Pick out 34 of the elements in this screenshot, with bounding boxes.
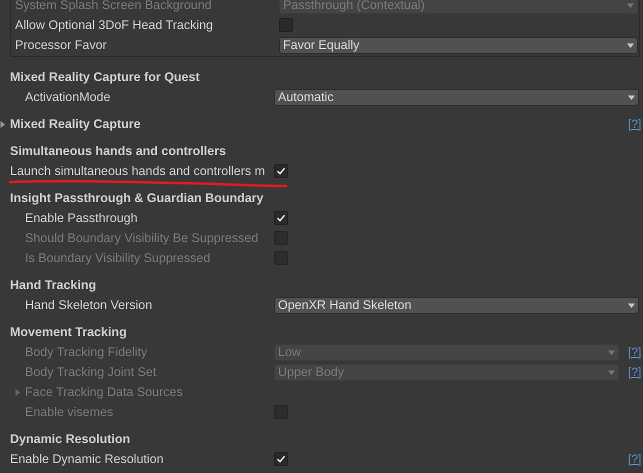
- section-header: Movement Tracking: [9, 324, 128, 341]
- field-label: Should Boundary Visibility Be Suppressed: [24, 230, 260, 247]
- field-label: Body Tracking Joint Set: [24, 364, 158, 381]
- dropdown-arrow-icon: [608, 348, 615, 356]
- field-label: Enable Passthrough: [24, 210, 139, 227]
- checkbox[interactable]: [279, 18, 293, 32]
- dropdown[interactable]: Favor Equally: [279, 36, 638, 54]
- help-link[interactable]: [?]: [628, 453, 643, 465]
- section-header: Insight Passthrough & Guardian Boundary: [9, 190, 264, 207]
- field-label: Enable Dynamic Resolution: [9, 450, 165, 468]
- field-label: Processor Favor: [14, 36, 108, 54]
- dropdown-arrow-icon: [608, 368, 615, 376]
- dropdown[interactable]: OpenXR Hand Skeleton: [274, 296, 639, 314]
- checkbox[interactable]: [274, 211, 288, 225]
- section-header: Simultaneous hands and controllers: [9, 142, 228, 160]
- field-label: Enable visemes: [24, 404, 114, 421]
- field-label: Body Tracking Fidelity: [24, 344, 148, 361]
- section-header: Mixed Reality Capture for Quest: [9, 68, 201, 86]
- field-label: Is Boundary Visibility Suppressed: [24, 250, 212, 267]
- dropdown-arrow-icon: [627, 2, 634, 8]
- checkbox[interactable]: [274, 452, 288, 466]
- field-label: Allow Optional 3DoF Head Tracking: [14, 16, 214, 34]
- section-header: Dynamic Resolution: [9, 430, 132, 448]
- field-label: ActivationMode: [24, 88, 112, 106]
- field-label: Launch simultaneous hands and controllers m: [9, 162, 266, 180]
- foldout-header[interactable]: Mixed Reality Capture: [10, 114, 628, 134]
- dropdown-arrow-icon: [627, 42, 634, 48]
- checkbox[interactable]: [274, 164, 288, 178]
- section-header: Hand Tracking: [9, 276, 98, 294]
- dropdown-arrow-icon: [628, 302, 635, 308]
- help-link[interactable]: [?]: [628, 118, 643, 130]
- dropdown-arrow-icon: [628, 94, 635, 100]
- dropdown[interactable]: Automatic: [274, 88, 639, 106]
- field-label: Hand Skeleton Version: [24, 296, 154, 314]
